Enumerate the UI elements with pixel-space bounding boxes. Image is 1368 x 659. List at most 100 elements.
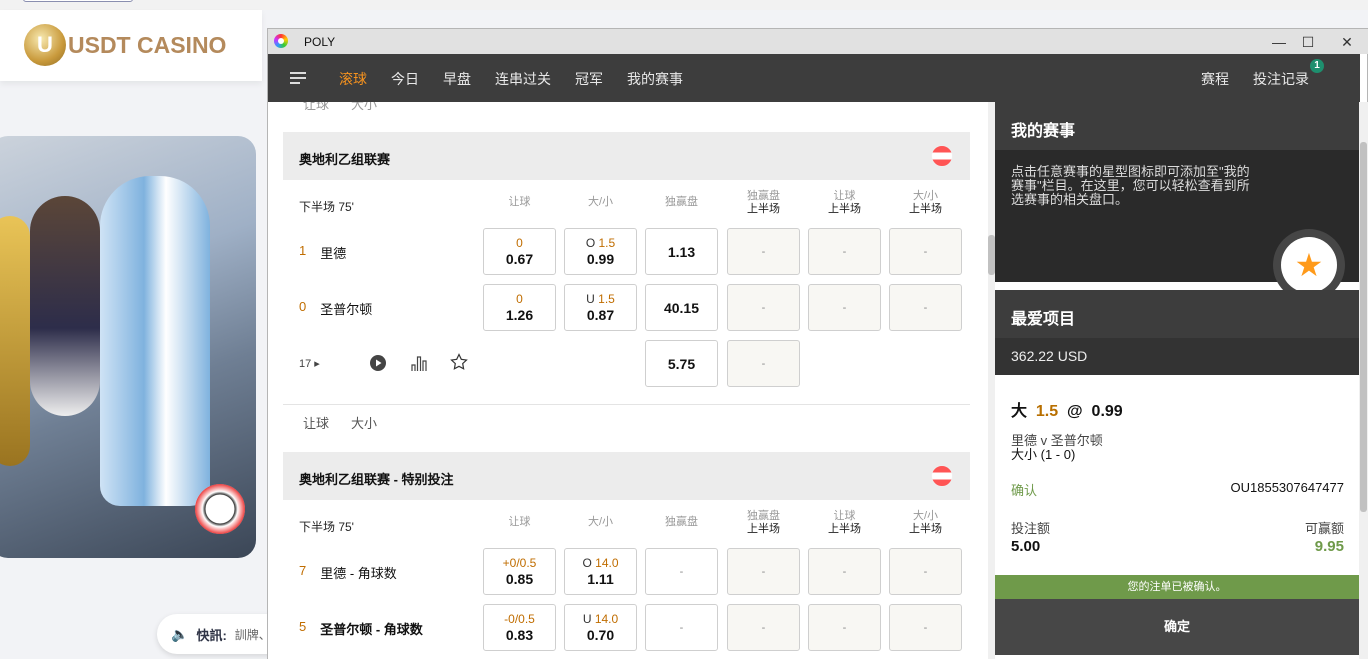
column-header: 大/小	[587, 196, 614, 208]
odds-cell[interactable]: -	[808, 284, 881, 331]
odds-cell[interactable]: -	[727, 228, 800, 275]
panel-scrollbar[interactable]	[1359, 102, 1368, 659]
odds-cell[interactable]: -	[645, 548, 718, 595]
odds-cell[interactable]: O 1.5 0.99	[564, 228, 637, 275]
favorite-star-icon[interactable]	[450, 353, 468, 371]
league-header[interactable]: 奥地利乙组联赛	[283, 132, 970, 180]
bet-history-badge: 1	[1310, 59, 1324, 73]
window-title: POLY	[304, 35, 336, 49]
market-name: 大小 (1 - 0)	[1011, 447, 1076, 462]
stake-label: 投注额	[1011, 521, 1051, 536]
league-header[interactable]: 奥地利乙组联赛 - 特别投注	[283, 452, 970, 500]
odds-cell[interactable]: -	[889, 548, 962, 595]
column-header: 独赢盘	[665, 196, 698, 208]
tab-handicap[interactable]: 让球	[303, 102, 329, 113]
column-header: 让球	[508, 516, 531, 528]
odds-cell[interactable]: -	[727, 284, 800, 331]
hero-banner-image[interactable]	[0, 136, 256, 558]
league-name: 奥地利乙组联赛	[299, 152, 391, 167]
odds-cell[interactable]: 1.13	[645, 228, 718, 275]
bet-reference: OU1855307647477	[1230, 480, 1345, 495]
close-button[interactable]: ✕	[1332, 31, 1362, 53]
odds-cell[interactable]: -	[889, 228, 962, 275]
column-header: 独赢盘 上半场	[747, 190, 780, 215]
nav-early[interactable]: 早盘	[443, 69, 471, 89]
tab-handicap[interactable]: 让球	[303, 413, 329, 432]
bet-slip: 大 1.5 @ 0.99 里德 v 圣普尔顿 大小 (1 - 0) 确认 OU1…	[995, 375, 1359, 575]
match-name: 里德 v 圣普尔顿	[1011, 433, 1103, 448]
odds-cell[interactable]: -	[808, 228, 881, 275]
maximize-button[interactable]: ☐	[1293, 31, 1323, 53]
more-markets-link[interactable]: 17 ▸	[299, 357, 320, 370]
odds-cell[interactable]: U 14.0 0.70	[564, 604, 637, 651]
odds-cell[interactable]: -	[727, 548, 800, 595]
site-header: U USDT CASINO	[0, 10, 262, 81]
player-figure	[30, 196, 100, 416]
hamburger-menu-icon[interactable]	[290, 72, 306, 84]
odds-cell[interactable]: O 14.0 1.11	[564, 548, 637, 595]
selection-label: 大	[1011, 403, 1028, 420]
draw-half-cell[interactable]: -	[727, 340, 800, 387]
team-score: 7	[299, 563, 307, 578]
win-label: 可赢额	[1304, 521, 1344, 536]
odds-cell[interactable]: -	[727, 604, 800, 651]
nav-my-events[interactable]: 我的赛事	[627, 69, 683, 89]
odds-cell[interactable]: -	[808, 548, 881, 595]
app-icon	[274, 34, 288, 48]
stats-icon[interactable]	[410, 354, 428, 372]
match-period: 下半场 75'	[299, 200, 354, 214]
column-header: 独赢盘 上半场	[747, 510, 780, 535]
nav-bet-history[interactable]: 投注记录	[1253, 69, 1309, 89]
column-header: 让球	[508, 196, 531, 208]
odds-cell[interactable]: U 1.5 0.87	[564, 284, 637, 331]
odds-cell[interactable]: 0 0.67	[483, 228, 556, 275]
odds-cell[interactable]: -	[808, 604, 881, 651]
odds-cell[interactable]: 0 1.26	[483, 284, 556, 331]
odds-cell[interactable]: -	[889, 604, 962, 651]
top-nav: 滚球 今日 早盘 连串过关 冠军 我的赛事 赛程 投注记录 1	[268, 54, 1360, 102]
play-video-icon[interactable]	[370, 355, 386, 371]
team-row: 0 圣普尔顿	[299, 299, 372, 318]
tab-over-under[interactable]: 大小	[351, 413, 377, 432]
team-name: 里德 - 角球数	[320, 566, 397, 581]
league-name: 奥地利乙组联赛 - 特别投注	[299, 472, 454, 487]
odds-cell[interactable]: 40.15	[645, 284, 718, 331]
football-shape	[195, 484, 245, 534]
column-header: 独赢盘	[665, 516, 698, 528]
austria-flag-icon	[931, 465, 953, 487]
odds-scrollbar[interactable]	[988, 102, 995, 659]
browser-top-strip	[0, 0, 1368, 10]
speaker-icon: 🔈	[171, 625, 189, 642]
column-header: 让球 上半场	[828, 190, 861, 215]
trophy-shape	[0, 216, 30, 466]
bet-match: 里德 v 圣普尔顿 大小 (1 - 0)	[1011, 434, 1103, 462]
team-row: 5 圣普尔顿 - 角球数	[299, 619, 423, 638]
tab-stub[interactable]	[23, 0, 133, 2]
column-header: 大/小 上半场	[909, 190, 942, 215]
odds-cell[interactable]: -	[889, 284, 962, 331]
balance: 362.22 USD	[995, 338, 1359, 375]
site-logo-badge[interactable]: U	[24, 24, 66, 66]
nav-live[interactable]: 滚球	[339, 69, 367, 89]
column-header: 大/小 上半场	[909, 510, 942, 535]
odds-cell[interactable]: -0/0.5 0.83	[483, 604, 556, 651]
ok-button[interactable]: 确定	[995, 599, 1359, 655]
nav-schedule[interactable]: 赛程	[1201, 69, 1229, 89]
nav-outright[interactable]: 冠军	[575, 69, 603, 89]
market-tabs-partial: 让球 大小	[303, 102, 377, 113]
minimize-button[interactable]: —	[1264, 31, 1294, 53]
nav-parlay[interactable]: 连串过关	[495, 69, 551, 89]
title-bar[interactable]: POLY — ☐ ✕	[268, 29, 1368, 54]
tab-over-under[interactable]: 大小	[351, 102, 377, 113]
nav-today[interactable]: 今日	[391, 69, 419, 89]
odds-cell[interactable]: -	[645, 604, 718, 651]
stake-value: 5.00	[1011, 538, 1041, 555]
team-name: 里德	[320, 246, 347, 261]
my-events-title: 我的赛事	[995, 102, 1359, 150]
market-tabs: 让球 大小	[303, 413, 377, 432]
draw-odds-cell[interactable]: 5.75	[645, 340, 718, 387]
my-events-info-text: 点击任意赛事的星型图标即可添加至"我的赛事"栏目。在这里，您可以轻松查看到所选赛…	[1011, 164, 1250, 207]
site-logo-text[interactable]: USDT CASINO	[68, 32, 226, 59]
at-sign: @	[1067, 403, 1083, 420]
odds-cell[interactable]: +0/0.5 0.85	[483, 548, 556, 595]
